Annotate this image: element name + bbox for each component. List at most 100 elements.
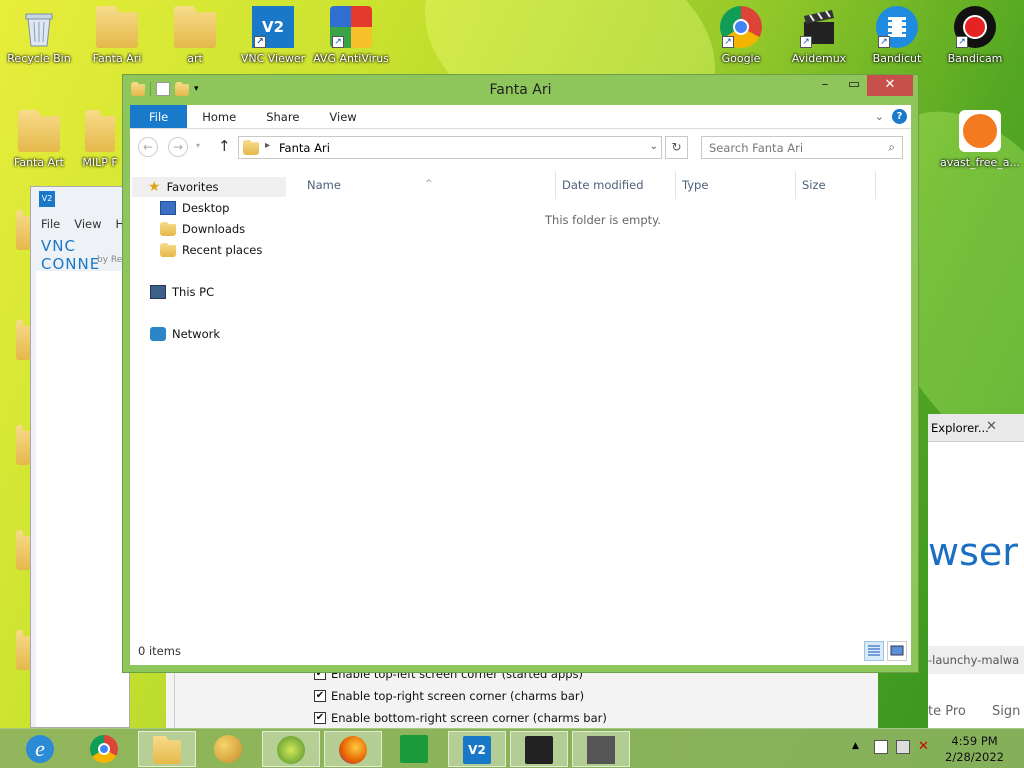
tab-file[interactable]: File bbox=[130, 105, 188, 128]
address-text[interactable]: Fanta Ari bbox=[279, 141, 330, 155]
vnc-icon: V2 ↗ bbox=[252, 6, 294, 48]
search-input[interactable]: Search Fanta Ari bbox=[709, 141, 803, 155]
checkbox-checked[interactable]: ✔ bbox=[314, 690, 326, 702]
address-bar[interactable]: ▸ Fanta Ari ⌄ bbox=[238, 136, 662, 159]
action-center-icon[interactable] bbox=[874, 740, 888, 754]
vnc-menu-view[interactable]: View bbox=[74, 217, 101, 231]
nav-label: Downloads bbox=[182, 222, 246, 236]
clapper-icon: ↗ bbox=[798, 6, 840, 48]
column-size[interactable]: Size bbox=[796, 171, 876, 199]
chevron-down-icon[interactable]: ⌄ bbox=[650, 141, 658, 152]
taskbar-paint[interactable] bbox=[200, 731, 258, 767]
ribbon: File Home Share View ⌄ ? bbox=[130, 105, 911, 129]
desktop-icon-milp[interactable]: MILP F bbox=[78, 104, 122, 169]
folder-icon[interactable] bbox=[16, 530, 30, 570]
taskbar-document[interactable] bbox=[572, 731, 630, 767]
search-icon[interactable]: ⌕ bbox=[888, 140, 895, 155]
tab-view[interactable]: View bbox=[314, 105, 371, 128]
desktop-icon-label: Fanta Ari bbox=[92, 52, 142, 65]
desktop-icon-avast[interactable]: avast_free_a... bbox=[936, 104, 1024, 169]
browser-tab[interactable]: Explorer... bbox=[931, 421, 989, 435]
desktop-icon-bandicut[interactable]: ↗ Bandicut bbox=[858, 0, 936, 65]
shortcut-arrow-icon: ↗ bbox=[722, 36, 734, 48]
browser-link-sign[interactable]: Sign bbox=[992, 704, 1020, 719]
setting-top-right-corner[interactable]: ✔ Enable top-right screen corner (charms… bbox=[314, 689, 584, 703]
desktop-icon-avidemux[interactable]: ↗ Avidemux bbox=[780, 0, 858, 65]
nav-recent-places[interactable]: Recent places bbox=[160, 240, 262, 260]
avg-icon: ↗ bbox=[330, 6, 372, 48]
column-label: Type bbox=[682, 178, 709, 192]
column-type[interactable]: Type bbox=[676, 171, 796, 199]
nav-this-pc[interactable]: This PC bbox=[150, 282, 214, 302]
desktop-icon-label: Bandicam bbox=[947, 52, 1003, 65]
network-status-icon[interactable] bbox=[896, 740, 910, 754]
folder-icon bbox=[174, 6, 216, 48]
tab-share[interactable]: Share bbox=[251, 105, 314, 128]
taskbar-game[interactable] bbox=[262, 731, 320, 767]
file-list[interactable]: Name ^ Date modified Type Size This fold… bbox=[295, 171, 911, 637]
help-icon[interactable]: ? bbox=[892, 109, 907, 124]
search-box[interactable]: Search Fanta Ari ⌕ bbox=[701, 136, 903, 159]
close-button[interactable]: ✕ bbox=[867, 75, 913, 96]
column-date-modified[interactable]: Date modified bbox=[556, 171, 676, 199]
taskbar-firefox[interactable] bbox=[324, 731, 382, 767]
up-button[interactable]: ↑ bbox=[218, 137, 231, 155]
network-icon bbox=[150, 327, 166, 341]
column-label: Date modified bbox=[562, 178, 644, 192]
taskbar-vnc[interactable]: V2 bbox=[448, 731, 506, 767]
file-explorer-window[interactable]: ▾ Fanta Ari – ▭ ✕ File Home Share View ⌄… bbox=[122, 74, 919, 673]
vnc-menu-file[interactable]: File bbox=[41, 217, 60, 231]
clapper-icon bbox=[525, 736, 553, 764]
forward-button[interactable]: → bbox=[168, 137, 188, 157]
browser-window[interactable]: Explorer... ✕ wser -launchy-malwa te Pro… bbox=[928, 414, 1024, 728]
folder-icon[interactable] bbox=[16, 630, 30, 670]
back-button[interactable]: ← bbox=[138, 137, 158, 157]
title-bar[interactable]: ▾ Fanta Ari – ▭ ✕ bbox=[123, 75, 918, 105]
taskbar-ie[interactable]: e bbox=[12, 731, 70, 767]
minimize-button[interactable]: – bbox=[812, 75, 838, 96]
nav-desktop[interactable]: Desktop bbox=[160, 198, 229, 218]
desktop-icon-bandicam[interactable]: ↗ Bandicam bbox=[936, 0, 1014, 65]
browser-link-pro[interactable]: te Pro bbox=[928, 704, 966, 719]
large-icons-view-button[interactable] bbox=[887, 641, 907, 661]
folder-icon bbox=[243, 140, 259, 155]
recent-locations-icon[interactable]: ▾ bbox=[196, 141, 200, 150]
nav-network[interactable]: Network bbox=[150, 324, 220, 344]
taskbar-store[interactable] bbox=[386, 731, 444, 767]
desktop-icon-avg[interactable]: ↗ AVG AntiVirus bbox=[312, 0, 390, 65]
desktop-icon-art[interactable]: art bbox=[156, 0, 234, 65]
computer-icon bbox=[150, 285, 166, 299]
store-icon bbox=[400, 735, 428, 763]
close-icon[interactable]: ✕ bbox=[986, 419, 997, 434]
desktop-icon-vnc-viewer[interactable]: V2 ↗ VNC Viewer bbox=[234, 0, 312, 65]
expand-ribbon-icon[interactable]: ⌄ bbox=[875, 110, 884, 123]
refresh-button[interactable]: ↻ bbox=[665, 136, 688, 159]
shortcut-arrow-icon: ↗ bbox=[878, 36, 890, 48]
file-explorer-icon bbox=[153, 736, 181, 764]
taskbar-file-explorer[interactable] bbox=[138, 731, 196, 767]
clock[interactable]: 4:59 PM 2/28/2022 bbox=[945, 733, 1004, 765]
setting-bottom-right-corner[interactable]: ✔ Enable bottom-right screen corner (cha… bbox=[314, 711, 607, 725]
vnc-connect-window[interactable]: V2 File View H VNC CONNE by Re bbox=[30, 186, 130, 728]
checkbox-checked[interactable]: ✔ bbox=[314, 712, 326, 724]
details-view-icon bbox=[868, 645, 880, 656]
breadcrumb-chevron-icon[interactable]: ▸ bbox=[265, 140, 270, 151]
taskbar-chrome[interactable] bbox=[76, 731, 134, 767]
desktop-icon-fanta-art[interactable]: Fanta Art bbox=[0, 104, 78, 169]
column-name[interactable]: Name ^ bbox=[301, 171, 556, 199]
desktop-icon-fanta-ari[interactable]: Fanta Ari bbox=[78, 0, 156, 65]
folder-icon[interactable] bbox=[16, 210, 30, 250]
nav-favorites[interactable]: ★ Favorites bbox=[132, 177, 286, 197]
desktop-icon-google[interactable]: ↗ Google bbox=[702, 0, 780, 65]
maximize-button[interactable]: ▭ bbox=[841, 75, 867, 96]
tab-home[interactable]: Home bbox=[187, 105, 251, 128]
nav-downloads[interactable]: Downloads bbox=[160, 219, 245, 239]
taskbar-avidemux[interactable] bbox=[510, 731, 568, 767]
desktop-icon-recycle-bin[interactable]: Recycle Bin bbox=[0, 0, 78, 65]
folder-icon[interactable] bbox=[16, 425, 30, 465]
window-title: Fanta Ari bbox=[489, 82, 552, 98]
volume-muted-icon[interactable]: ✕ bbox=[918, 739, 929, 754]
folder-icon[interactable] bbox=[16, 320, 30, 360]
details-view-button[interactable] bbox=[864, 641, 884, 661]
show-hidden-icons-icon[interactable]: ▲ bbox=[852, 741, 859, 751]
